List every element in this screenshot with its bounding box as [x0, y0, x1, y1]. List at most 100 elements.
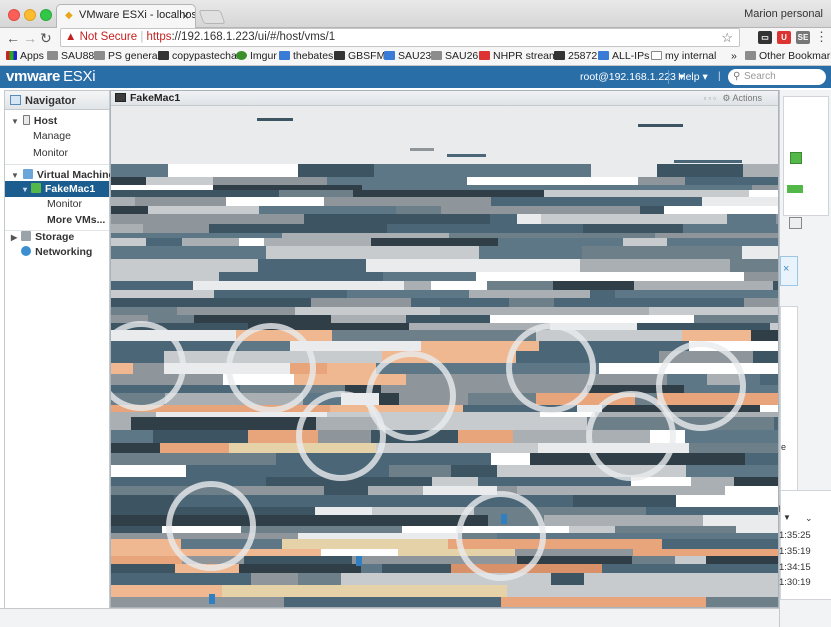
nav-virtual-machines[interactable]: ▼ Virtual Machines — [11, 169, 120, 181]
extension-icon-2[interactable]: SE — [796, 31, 810, 44]
glitch-stripe — [146, 238, 182, 246]
nav-networking[interactable]: ▶Networking — [11, 246, 92, 258]
bookmark-label: Other Bookmarks — [759, 50, 831, 62]
sort-chevron-icon[interactable]: ▼ — [783, 513, 791, 522]
warning-icon[interactable]: ▲ — [65, 31, 76, 43]
glitch-stripe — [111, 298, 311, 307]
glitch-stripe — [657, 164, 743, 177]
storage-icon — [21, 231, 32, 241]
nav-storage[interactable]: ▶ Storage — [11, 231, 74, 243]
glitch-stripe — [111, 585, 222, 597]
minimize-window-button[interactable] — [24, 9, 36, 21]
glitch-stripe — [111, 430, 153, 443]
nav-host-manage[interactable]: Manage — [33, 130, 71, 142]
window-control-icons[interactable]: ▫▫▫ — [703, 94, 718, 103]
collapse-triangle-icon[interactable]: ▶ — [11, 233, 17, 242]
bookmark-imgur[interactable]: Imgur — [236, 50, 277, 62]
nav-more-vms[interactable]: More VMs... — [47, 214, 105, 226]
nav-host-monitor[interactable]: Monitor — [33, 147, 68, 159]
bookmark-apps[interactable]: Apps — [6, 50, 44, 62]
glitch-stripe — [725, 486, 778, 495]
glitch-stripe — [582, 246, 742, 259]
reload-icon[interactable]: ↻ — [40, 30, 52, 47]
other-bookmarks[interactable]: Other Bookmarks — [745, 50, 831, 62]
bookmark-all-ips[interactable]: ALL-IPs — [598, 50, 649, 62]
expand-triangle-icon[interactable]: ▾ — [23, 185, 27, 194]
power-on-icon[interactable] — [790, 152, 802, 164]
url-text: ://192.168.1.223/ui/#/host/vms/1 — [171, 31, 336, 43]
nav-vm-fakemac1[interactable]: ▾ FakeMac1 — [23, 183, 95, 195]
glitch-stripe — [662, 539, 778, 549]
bookmark-copypastechar[interactable]: copypastechar — [158, 50, 240, 62]
back-arrow-icon[interactable]: ← — [6, 30, 20, 46]
glitch-stripe — [615, 290, 778, 298]
bookmark-sau23[interactable]: SAU23 — [384, 50, 431, 62]
bookmark-folder-sau26[interactable]: SAU26 — [431, 50, 478, 62]
glitch-stripe — [111, 417, 131, 430]
glitch-stripe — [361, 564, 382, 573]
glitch-stripe — [432, 477, 478, 486]
not-secure-label[interactable]: Not Secure — [80, 31, 138, 43]
expand-triangle-icon[interactable]: ▼ — [11, 171, 19, 180]
header-divider — [668, 70, 669, 84]
actions-label: Actions — [732, 93, 762, 103]
glitch-stripe — [638, 124, 683, 127]
browser-menu-icon[interactable]: ⋮ — [815, 29, 828, 45]
column-chevron-icon[interactable]: ⌄ — [805, 513, 813, 524]
glitch-stripe — [244, 556, 352, 564]
resize-grip-icon[interactable]: ⋰ — [768, 596, 776, 605]
glitch-stripe — [622, 585, 778, 597]
forward-arrow-icon[interactable]: → — [23, 30, 37, 46]
search-input[interactable]: ⚲ Search — [728, 69, 826, 85]
bookmark-my-internal[interactable]: my internal — [651, 50, 716, 62]
glitch-stripe — [770, 323, 778, 330]
glitch-stripe — [685, 177, 778, 185]
glitch-stripe — [675, 556, 706, 564]
glitch-stripe — [410, 148, 434, 151]
glitch-stripe — [111, 307, 177, 315]
glitch-stripe — [389, 465, 451, 477]
help-menu[interactable]: Help ▾ — [678, 71, 708, 83]
bookmark-thebates[interactable]: thebates — [279, 50, 333, 62]
tab-close-icon[interactable]: × — [182, 9, 189, 23]
glitch-stripe — [440, 307, 649, 315]
glitch-accent — [501, 514, 507, 524]
trello-icon — [279, 51, 290, 60]
glitch-stripe — [749, 190, 778, 197]
glitch-stripe — [160, 443, 229, 453]
nav-vm-monitor[interactable]: Monitor — [47, 198, 82, 210]
nav-host[interactable]: ▼ Host — [11, 115, 57, 127]
actions-menu[interactable]: ⚙ Actions — [722, 93, 762, 104]
logo-esxi: ESXi — [63, 68, 96, 85]
glitch-stripe — [745, 453, 778, 465]
ublock-icon[interactable]: U — [777, 31, 791, 44]
zoom-window-button[interactable] — [40, 9, 52, 21]
close-window-button[interactable] — [8, 9, 20, 21]
nav-divider — [5, 164, 109, 165]
bookmark-nhpr-stream[interactable]: NHPR stream — [479, 50, 558, 62]
bookmark-25872[interactable]: 25872 — [554, 50, 597, 62]
glitch-stripe — [131, 417, 316, 430]
vmware-favicon-icon: ◆ — [65, 10, 73, 21]
glitch-stripe — [111, 272, 219, 281]
address-bar[interactable]: ▲ Not Secure | https://192.168.1.223/ui/… — [60, 28, 740, 47]
glitch-stripe — [111, 177, 146, 185]
glitch-stripe — [327, 177, 467, 185]
bookmark-star-icon[interactable]: ☆ — [721, 29, 733, 46]
bookmark-label: SAU23 — [398, 50, 432, 62]
glitch-stripe — [646, 507, 778, 515]
profile-name[interactable]: Marion personal — [744, 8, 823, 20]
bookmark-gbsfm[interactable]: GBSFM — [334, 50, 385, 62]
bookmarks-overflow-chevron[interactable]: » — [731, 50, 737, 62]
glitch-stripe — [508, 417, 587, 430]
extension-icon-1[interactable]: ▭ — [758, 31, 772, 44]
bookmark-folder-sau88[interactable]: SAU88 — [47, 50, 94, 62]
new-tab-button[interactable] — [198, 10, 226, 24]
glitch-stripe — [702, 197, 778, 206]
browser-tab-active[interactable]: ◆ VMware ESXi - localhost.local × — [56, 4, 196, 28]
glitch-stripe — [694, 272, 744, 281]
vm-console-screen[interactable] — [111, 106, 778, 607]
expand-triangle-icon[interactable]: ▼ — [11, 117, 19, 126]
close-icon[interactable]: × — [783, 263, 789, 275]
bookmark-folder-ps-general[interactable]: PS general — [94, 50, 160, 62]
